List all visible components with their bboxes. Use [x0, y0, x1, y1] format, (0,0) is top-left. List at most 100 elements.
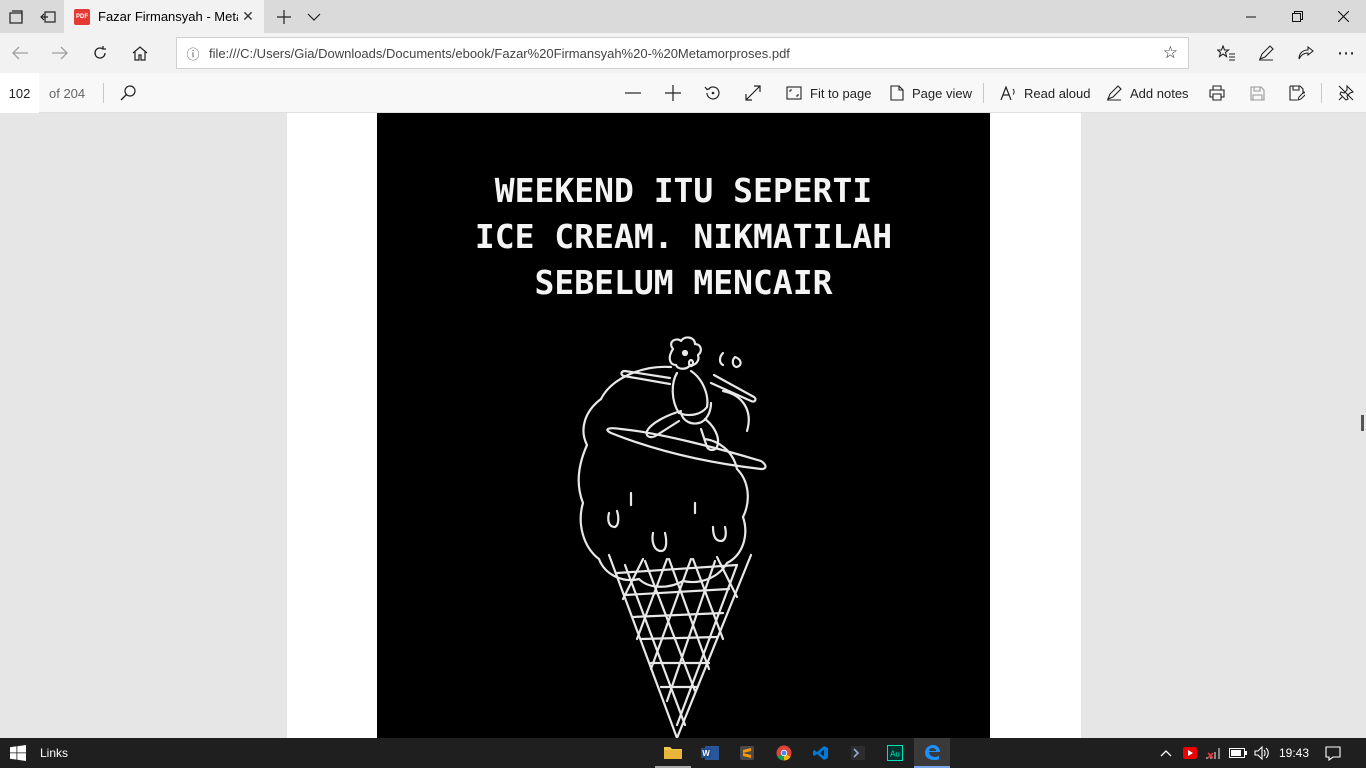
zoom-out-button[interactable]	[617, 77, 649, 109]
back-arrow-icon	[12, 46, 28, 60]
windows-logo-icon	[10, 745, 26, 761]
favorite-star-icon[interactable]: ☆	[1163, 43, 1178, 63]
network-icon[interactable]	[1203, 738, 1223, 768]
svg-text:W: W	[702, 749, 710, 758]
toolbar-divider	[983, 83, 984, 103]
fullscreen-button[interactable]	[737, 77, 769, 109]
chevron-down-icon	[307, 13, 321, 21]
forward-arrow-icon	[52, 46, 68, 60]
refresh-button[interactable]	[82, 37, 118, 69]
unpin-toolbar-button[interactable]	[1330, 77, 1362, 109]
restore-button[interactable]	[1274, 0, 1320, 33]
save-as-button[interactable]	[1281, 77, 1313, 109]
info-icon[interactable]: ⓘ	[177, 44, 209, 63]
scrollbar-thumb[interactable]	[1361, 415, 1364, 431]
back-button[interactable]	[2, 37, 38, 69]
close-window-button[interactable]	[1320, 0, 1366, 33]
tabs-aside-button[interactable]	[0, 0, 32, 33]
notification-icon	[1325, 745, 1341, 761]
print-icon	[1209, 85, 1225, 101]
terminal-icon[interactable]	[840, 738, 876, 768]
more-button[interactable]: ⋯	[1328, 37, 1364, 69]
home-icon	[132, 45, 148, 61]
favorites-list-icon	[1217, 45, 1235, 61]
ice-cream-surfer-illustration	[577, 336, 767, 738]
save-button[interactable]	[1241, 77, 1273, 109]
restore-icon	[1291, 11, 1303, 22]
close-tab-icon[interactable]: ✕	[240, 8, 256, 24]
share-icon	[1298, 45, 1314, 59]
tab-active[interactable]: PDF Fazar Firmansyah - Metamorproses ✕	[64, 0, 264, 33]
page-total: of 204	[49, 86, 86, 101]
quote-text: WEEKEND ITU SEPERTI ICE CREAM. NIKMATILA…	[377, 168, 990, 306]
rotate-button[interactable]	[697, 77, 729, 109]
forward-button[interactable]	[42, 37, 78, 69]
minimize-icon	[1246, 16, 1256, 17]
page-view-button[interactable]: Page view	[890, 77, 972, 109]
minimize-button[interactable]	[1228, 0, 1274, 33]
close-icon	[1337, 11, 1349, 22]
action-center-button[interactable]	[1320, 738, 1346, 768]
poster-image: WEEKEND ITU SEPERTI ICE CREAM. NIKMATILA…	[377, 113, 990, 738]
save-as-icon	[1289, 85, 1305, 101]
ellipsis-icon: ⋯	[1337, 42, 1355, 63]
address-toolbar: ⓘ file:///C:/Users/Gia/Downloads/Documen…	[0, 33, 1366, 73]
restore-tabs-icon	[40, 10, 56, 23]
fit-to-page-button[interactable]: Fit to page	[786, 77, 871, 109]
quote-line: WEEKEND ITU SEPERTI	[494, 171, 873, 210]
vscode-icon[interactable]	[803, 738, 839, 768]
unpin-icon	[1338, 85, 1354, 101]
battery-icon[interactable]	[1227, 738, 1249, 768]
read-aloud-icon	[1000, 85, 1015, 100]
address-field[interactable]: ⓘ file:///C:/Users/Gia/Downloads/Documen…	[176, 37, 1189, 69]
pen-icon	[1259, 45, 1274, 61]
plus-icon	[277, 9, 291, 24]
file-explorer-icon[interactable]	[655, 738, 691, 768]
fit-to-page-label: Fit to page	[810, 85, 872, 101]
start-button[interactable]	[0, 738, 36, 768]
zoom-in-button[interactable]	[657, 77, 689, 109]
pdf-file-icon: PDF	[74, 8, 90, 25]
tab-preview-button[interactable]	[298, 0, 330, 33]
refresh-icon	[94, 46, 106, 59]
add-notes-label: Add notes	[1130, 85, 1189, 101]
clock-time[interactable]: 19:43	[1279, 746, 1309, 760]
audition-icon[interactable]: Au	[877, 738, 913, 768]
links-toolbar[interactable]: Links	[40, 746, 68, 760]
chevron-up-icon	[1160, 750, 1172, 757]
pdf-page: WEEKEND ITU SEPERTI ICE CREAM. NIKMATILA…	[287, 113, 1081, 738]
new-tab-button[interactable]	[268, 0, 300, 33]
fit-page-icon	[786, 86, 802, 100]
home-button[interactable]	[122, 37, 158, 69]
page-view-label: Page view	[912, 85, 972, 101]
show-hidden-icons-button[interactable]	[1156, 738, 1176, 768]
chrome-icon[interactable]	[766, 738, 802, 768]
media-tray-icon[interactable]	[1180, 738, 1200, 768]
search-button[interactable]	[112, 77, 144, 109]
expand-icon	[745, 85, 761, 101]
page-number-input[interactable]: 102	[0, 73, 39, 113]
print-button[interactable]	[1201, 77, 1233, 109]
search-icon	[120, 85, 136, 101]
word-icon[interactable]: W	[692, 738, 728, 768]
save-icon	[1249, 85, 1265, 101]
page-view-icon	[890, 85, 904, 101]
sublime-icon[interactable]	[729, 738, 765, 768]
favorites-button[interactable]	[1208, 37, 1244, 69]
quote-line: SEBELUM MENCAIR	[534, 263, 833, 302]
tab-bar: PDF Fazar Firmansyah - Metamorproses ✕	[0, 0, 1366, 33]
minus-icon	[625, 92, 641, 94]
share-button[interactable]	[1288, 37, 1324, 69]
show-tabs-aside-button[interactable]	[32, 0, 64, 33]
tab-title: Fazar Firmansyah - Metamorproses	[98, 9, 238, 24]
pen-icon	[1107, 85, 1122, 101]
volume-icon[interactable]	[1251, 738, 1273, 768]
web-notes-button[interactable]	[1248, 37, 1284, 69]
add-notes-button[interactable]: Add notes	[1106, 77, 1189, 109]
taskbar: Links W Au 19:43	[0, 738, 1366, 768]
pdf-toolbar: 102 of 204 Fit to page Page view Read al…	[0, 73, 1366, 113]
edge-icon[interactable]	[914, 738, 950, 768]
read-aloud-button[interactable]: Read aloud	[1000, 77, 1091, 109]
pdf-viewer[interactable]: WEEKEND ITU SEPERTI ICE CREAM. NIKMATILA…	[0, 113, 1366, 738]
url-text: file:///C:/Users/Gia/Downloads/Documents…	[209, 45, 790, 61]
